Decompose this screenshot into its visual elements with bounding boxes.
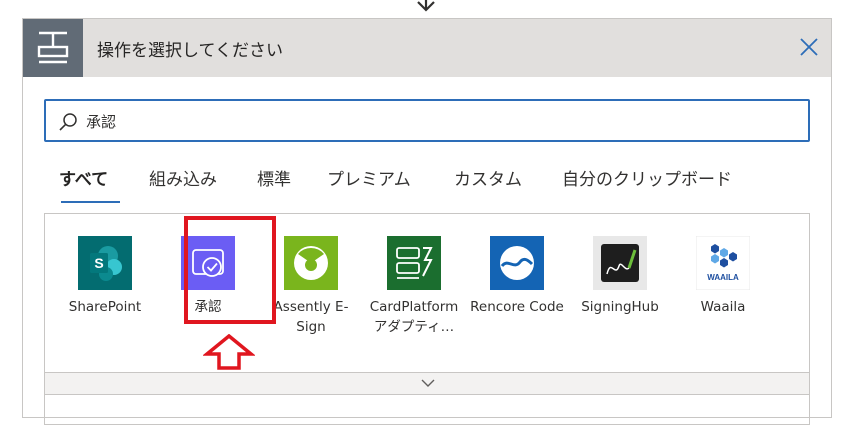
arrow-down-icon [417, 0, 435, 12]
connector-label: SigningHub [581, 299, 659, 315]
connector-sharepoint[interactable]: S SharePoint [57, 236, 153, 317]
tab-built-in[interactable]: 組み込み [149, 165, 217, 198]
dialog-title: 操作を選択してください [97, 41, 283, 61]
connector-label: CardPlatform アダプティ… [369, 299, 459, 335]
highlight-box [184, 216, 276, 324]
close-icon[interactable] [799, 37, 819, 57]
sharepoint-icon: S [78, 236, 132, 290]
chevron-down-icon [421, 379, 435, 387]
rencore-icon [490, 236, 544, 290]
operation-icon [37, 31, 69, 64]
cardplatform-icon [387, 236, 441, 290]
svg-text:S: S [94, 255, 103, 271]
expand-connectors-button[interactable] [44, 373, 810, 395]
assently-icon [284, 236, 338, 290]
active-tab-indicator [61, 201, 120, 203]
connector-rencore[interactable]: Rencore Code [469, 236, 565, 317]
connector-label: Assently E-Sign [273, 299, 349, 335]
connector-cardplatform[interactable]: CardPlatform アダプティ… [366, 236, 462, 337]
connector-label: SharePoint [68, 299, 142, 315]
connector-grid: S SharePoint 承認 Assently E-Sign CardPlat… [44, 213, 810, 373]
connector-assently[interactable]: Assently E-Sign [263, 236, 359, 337]
svg-text:WAAILA: WAAILA [707, 273, 739, 282]
connector-label: Rencore Code [470, 299, 564, 315]
search-icon [59, 113, 77, 131]
search-box[interactable] [44, 99, 810, 142]
card-header: 操作を選択してください [23, 19, 831, 77]
tab-premium[interactable]: プレミアム [327, 165, 411, 198]
connector-signinghub[interactable]: SigningHub [572, 236, 668, 317]
connector-waaila[interactable]: WAAILA Waaila [675, 236, 771, 317]
operation-icon-box [23, 19, 83, 77]
choose-operation-card: 操作を選択してください すべて 組み込み 標準 プレミアム カスタム 自分のクリ… [22, 18, 832, 425]
tab-custom[interactable]: カスタム [454, 165, 522, 198]
tab-all[interactable]: すべて [59, 165, 108, 198]
arrow-up-annotation-icon [203, 334, 255, 370]
waaila-icon: WAAILA [696, 236, 750, 290]
tab-standard[interactable]: 標準 [257, 165, 291, 198]
connector-label: Waaila [700, 299, 746, 315]
search-input[interactable] [84, 107, 788, 135]
signinghub-icon [593, 236, 647, 290]
actions-list [44, 395, 810, 425]
tab-my-clipboard[interactable]: 自分のクリップボード [562, 165, 732, 198]
